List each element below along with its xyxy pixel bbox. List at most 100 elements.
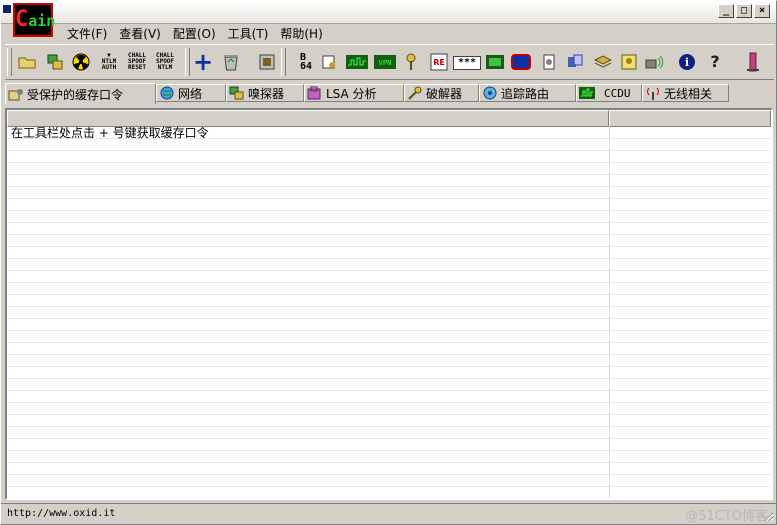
table-row xyxy=(7,379,771,391)
table-row xyxy=(7,283,771,295)
add-icon[interactable]: + xyxy=(191,50,215,74)
column-header[interactable] xyxy=(609,110,771,127)
lock-key-icon[interactable] xyxy=(617,50,641,74)
exit-icon[interactable] xyxy=(741,50,765,74)
table-row xyxy=(7,355,771,367)
table-row xyxy=(7,391,771,403)
toolbar-grip[interactable] xyxy=(281,48,286,76)
table-row xyxy=(7,487,771,498)
table-row xyxy=(7,163,771,175)
list-header xyxy=(7,110,771,127)
help-icon[interactable]: ? xyxy=(703,50,727,74)
svg-text:VPN: VPN xyxy=(379,59,392,67)
table-row xyxy=(7,451,771,463)
menu-view[interactable]: 查看(V) xyxy=(113,25,167,42)
table-row xyxy=(7,331,771,343)
database-icon[interactable] xyxy=(591,50,615,74)
table-row xyxy=(7,151,771,163)
tab-label: 网络 xyxy=(178,86,203,101)
menu-configure[interactable]: 配置(O) xyxy=(167,25,222,42)
table-row xyxy=(7,175,771,187)
sniffer-icon xyxy=(229,86,245,100)
window-controls: _ □ × xyxy=(718,4,770,18)
tab-network[interactable]: 网络 xyxy=(156,84,226,102)
info-icon[interactable]: i xyxy=(675,50,699,74)
resize-grip-icon[interactable] xyxy=(762,510,774,522)
tab-label: 无线相关 xyxy=(664,86,713,101)
toolbar: ▼ NTLM AUTH CHALL SPOOF RESET CHALL SPOOF NTLM… xyxy=(5,44,774,80)
table-row xyxy=(7,463,771,475)
tab-label: 破解器 xyxy=(426,86,463,101)
toolbar-grip[interactable] xyxy=(185,48,190,76)
table-row[interactable]: 在工具栏处点击 + 号键获取缓存口令 xyxy=(7,127,771,139)
rdp-icon[interactable]: RE xyxy=(427,50,451,74)
table-row xyxy=(7,235,771,247)
certificate-icon[interactable] xyxy=(255,50,279,74)
table-row xyxy=(7,247,771,259)
traceroute-icon xyxy=(482,86,498,100)
recycle-bin-icon[interactable] xyxy=(219,50,243,74)
sniffer-icon[interactable] xyxy=(563,50,587,74)
lsa-secrets-icon xyxy=(307,86,323,100)
status-bar: http://www.oxid.it @51CTO博客 xyxy=(1,503,776,524)
table-row xyxy=(7,427,771,439)
network-adapter-icon[interactable] xyxy=(43,50,67,74)
menu-help[interactable]: 帮助(H) xyxy=(274,25,328,42)
tab-label: LSA 分析 xyxy=(326,86,377,101)
tab-protected-storage[interactable]: 受保护的缓存口令 xyxy=(5,83,156,104)
minimize-button[interactable]: _ xyxy=(718,4,734,18)
chall-spoof-ntlm-icon[interactable]: CHALL SPOOF NTLM xyxy=(153,50,177,74)
close-button[interactable]: × xyxy=(754,4,770,18)
tab-label: CCDU xyxy=(604,86,631,100)
toolbar-grip[interactable] xyxy=(7,48,12,76)
hash-calculator-icon[interactable] xyxy=(345,50,369,74)
table-row xyxy=(7,475,771,487)
system-menu-icon[interactable] xyxy=(3,5,11,13)
chall-spoof-reset-icon[interactable]: CHALL SPOOF RESET xyxy=(125,50,149,74)
wireless-icon[interactable] xyxy=(643,50,667,74)
menu-bar: 文件(F) 查看(V) 配置(O) 工具(T) 帮助(H) xyxy=(61,23,329,43)
password-dots-icon[interactable]: *** xyxy=(453,56,481,70)
maximize-button[interactable]: □ xyxy=(736,4,752,18)
tab-strip: 受保护的缓存口令 网络 嗅探器 LSA 分析 破解器 追踪路由 CCDU 无线相… xyxy=(5,83,774,104)
logo-text: ain xyxy=(28,12,56,30)
mac-icon[interactable]: VPN xyxy=(373,50,397,74)
menu-tools[interactable]: 工具(T) xyxy=(222,25,275,42)
ccdu-icon xyxy=(579,86,595,100)
cached-password-icon xyxy=(8,87,24,101)
base64-icon[interactable]: B 64 xyxy=(291,50,315,74)
table-row xyxy=(7,187,771,199)
cached-passwords-list[interactable]: 在工具栏处点击 + 号键获取缓存口令 xyxy=(5,108,773,500)
menu-file[interactable]: 文件(F) xyxy=(61,25,113,42)
logo-letter-c: C xyxy=(15,7,29,32)
network-globe-icon xyxy=(159,86,175,100)
routing-icon[interactable] xyxy=(509,50,533,74)
table-row xyxy=(7,223,771,235)
tab-traceroute[interactable]: 追踪路由 xyxy=(479,84,576,102)
key-icon[interactable] xyxy=(401,50,425,74)
tab-lsa-secrets[interactable]: LSA 分析 xyxy=(304,84,404,102)
list-rows: 在工具栏处点击 + 号键获取缓存口令 xyxy=(7,127,771,498)
svg-text:i: i xyxy=(685,56,689,69)
column-header[interactable] xyxy=(7,110,609,127)
title-bar[interactable]: _ □ × xyxy=(1,1,776,24)
ntlm-auth-icon[interactable]: ▼ NTLM AUTH xyxy=(97,50,121,74)
watermark: @51CTO博客 xyxy=(685,509,768,524)
table-row xyxy=(7,139,771,151)
tab-label: 嗅探器 xyxy=(248,86,285,101)
tab-label: 受保护的缓存口令 xyxy=(27,87,124,102)
svg-text:RE: RE xyxy=(433,58,445,67)
table-row xyxy=(7,259,771,271)
scanner-icon[interactable] xyxy=(537,50,561,74)
key-password-icon[interactable] xyxy=(317,50,341,74)
tab-wireless[interactable]: 无线相关 xyxy=(642,84,729,102)
radiation-icon[interactable] xyxy=(69,50,93,74)
tab-cracker[interactable]: 破解器 xyxy=(404,84,479,102)
open-folder-icon[interactable] xyxy=(15,50,39,74)
tab-sniffer[interactable]: 嗅探器 xyxy=(226,84,304,102)
tab-ccdu[interactable]: CCDU xyxy=(576,84,642,102)
terminal-icon[interactable] xyxy=(483,50,507,74)
table-row xyxy=(7,415,771,427)
table-row xyxy=(7,211,771,223)
table-row xyxy=(7,403,771,415)
